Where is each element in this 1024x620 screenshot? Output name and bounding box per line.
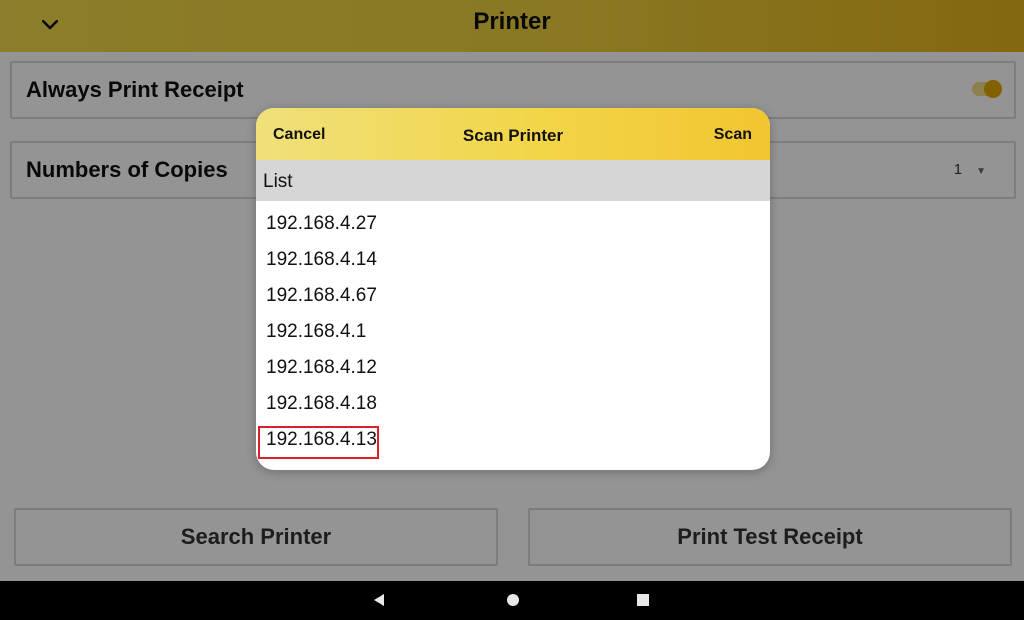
nav-recents-icon[interactable] bbox=[637, 594, 649, 606]
nav-home-icon[interactable] bbox=[507, 594, 519, 606]
highlight-box bbox=[258, 426, 379, 459]
printer-settings-screen: Printer Always Print Receipt Numbers of … bbox=[0, 0, 1024, 581]
list-header: List bbox=[256, 160, 770, 201]
printer-list-item[interactable]: 192.168.4.1 bbox=[256, 314, 770, 350]
printer-list-item[interactable]: 192.168.4.18 bbox=[256, 386, 770, 422]
printer-list-item[interactable]: 192.168.4.14 bbox=[256, 242, 770, 278]
printer-list: 192.168.4.27 192.168.4.14 192.168.4.67 1… bbox=[256, 206, 770, 458]
printer-list-item[interactable]: 192.168.4.12 bbox=[256, 350, 770, 386]
nav-back-icon[interactable] bbox=[374, 594, 384, 606]
dialog-title: Scan Printer bbox=[462, 126, 564, 145]
system-nav-bar bbox=[0, 581, 1024, 620]
printer-list-item[interactable]: 192.168.4.27 bbox=[256, 206, 770, 242]
printer-list-item[interactable]: 192.168.4.67 bbox=[256, 278, 770, 314]
scan-printer-dialog: Cancel Scan Printer Scan List 192.168.4.… bbox=[256, 108, 770, 470]
scan-button[interactable]: Scan bbox=[714, 126, 752, 144]
dialog-header: Cancel Scan Printer Scan bbox=[256, 108, 770, 160]
list-header-label: List bbox=[263, 171, 293, 192]
